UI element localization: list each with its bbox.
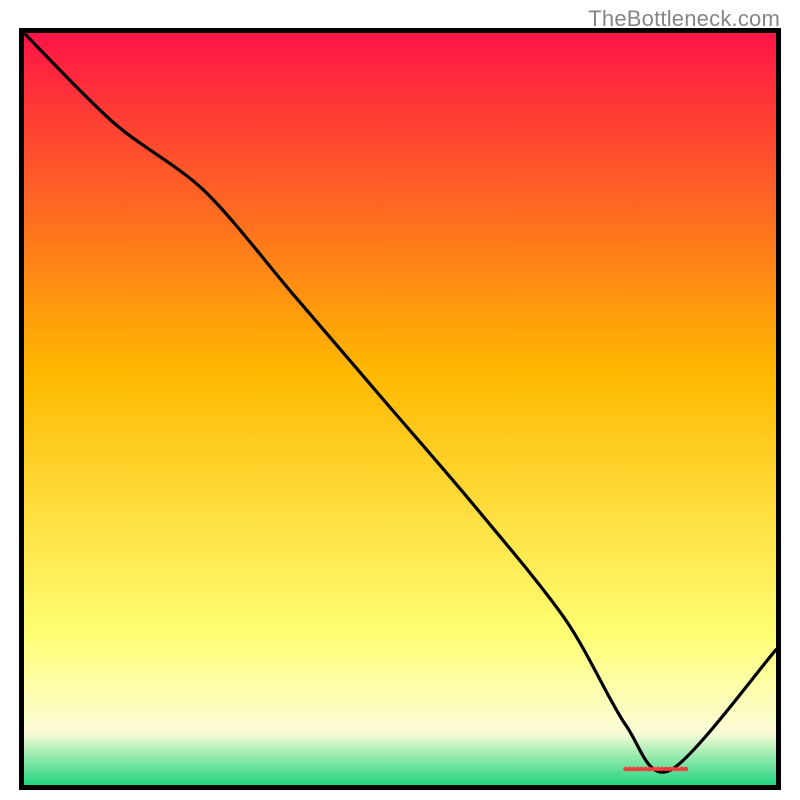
optimal-marker-dot	[659, 767, 664, 772]
optimal-marker-dot	[635, 767, 640, 772]
optimal-marker-dot	[623, 767, 628, 772]
optimal-marker-dot	[671, 767, 676, 772]
optimal-marker-dot	[675, 767, 680, 772]
optimal-marker-dot	[639, 767, 644, 772]
optimal-marker-dot	[647, 767, 652, 772]
optimal-marker-dot	[655, 767, 660, 772]
optimal-marker-dot	[631, 767, 636, 772]
optimal-marker-dot	[651, 767, 656, 772]
optimal-marker-dot	[663, 767, 668, 772]
gradient-background	[24, 33, 776, 785]
optimal-marker-dot	[684, 767, 689, 772]
bottleneck-chart	[19, 28, 781, 790]
optimal-marker-dot	[679, 767, 684, 772]
optimal-marker-dot	[643, 767, 648, 772]
optimal-marker-dot	[667, 767, 672, 772]
chart-frame	[19, 28, 781, 790]
optimal-marker-dot	[627, 767, 632, 772]
